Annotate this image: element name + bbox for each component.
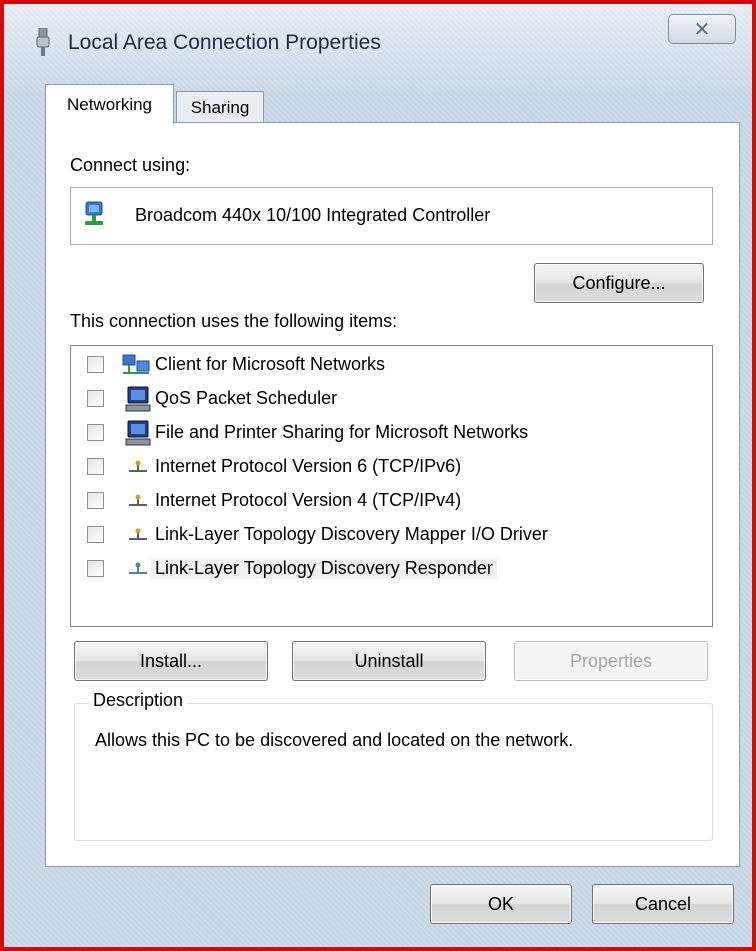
item-label: Client for Microsoft Networks <box>155 354 386 374</box>
tab-sharing[interactable]: Sharing <box>176 91 264 124</box>
item-checkbox[interactable] <box>87 560 104 577</box>
install-button[interactable]: Install... <box>74 641 268 681</box>
item-checkbox[interactable] <box>87 526 104 543</box>
item-checkbox[interactable] <box>87 492 104 509</box>
close-button[interactable]: ✕ <box>668 14 736 44</box>
window-title: Local Area Connection Properties <box>68 31 381 54</box>
item-label: Internet Protocol Version 6 (TCP/IPv6) <box>155 456 462 476</box>
configure-button[interactable]: Configure... <box>534 263 704 303</box>
close-icon: ✕ <box>693 18 711 41</box>
network-connection-icon <box>36 28 50 56</box>
computer-service-icon <box>125 420 151 446</box>
adapter-name: Broadcom 440x 10/100 Integrated Controll… <box>135 205 491 225</box>
item-label: Link-Layer Topology Discovery Responder <box>151 558 497 579</box>
list-item[interactable]: Internet Protocol Version 4 (TCP/IPv4) <box>71 484 671 518</box>
item-checkbox[interactable] <box>87 356 104 373</box>
list-item[interactable]: Client for Microsoft Networks <box>71 348 671 382</box>
list-item[interactable]: File and Printer Sharing for Microsoft N… <box>71 416 671 450</box>
list-item[interactable]: Link-Layer Topology Discovery Mapper I/O… <box>71 518 671 552</box>
uninstall-button[interactable]: Uninstall <box>292 641 486 681</box>
protocol-icon <box>129 528 147 540</box>
item-checkbox[interactable] <box>87 424 104 441</box>
list-item[interactable]: Internet Protocol Version 6 (TCP/IPv6) <box>71 450 671 484</box>
adapter-field: Broadcom 440x 10/100 Integrated Controll… <box>70 187 713 245</box>
cancel-button[interactable]: Cancel <box>592 884 734 924</box>
computer-service-icon <box>125 386 151 412</box>
description-group: Description Allows this PC to be discove… <box>74 690 713 841</box>
items-list[interactable]: Client for Microsoft Networks QoS Packet… <box>70 345 713 627</box>
list-item[interactable]: Link-Layer Topology Discovery Responder <box>71 552 671 586</box>
list-item[interactable]: QoS Packet Scheduler <box>71 382 671 416</box>
description-title: Description <box>89 690 188 711</box>
items-label: This connection uses the following items… <box>70 311 398 331</box>
protocol-icon <box>129 460 147 472</box>
network-adapter-icon <box>85 201 103 225</box>
tab-networking[interactable]: Networking <box>45 84 174 124</box>
item-checkbox[interactable] <box>87 390 104 407</box>
network-client-icon <box>122 354 150 374</box>
connect-using-label: Connect using: <box>70 155 191 175</box>
properties-window: Local Area Connection Properties ✕ Netwo… <box>0 0 756 951</box>
title-bar[interactable]: Local Area Connection Properties ✕ <box>4 4 752 82</box>
protocol-icon <box>129 494 147 506</box>
item-label: File and Printer Sharing for Microsoft N… <box>155 422 529 442</box>
networking-panel: Connect using: Broadcom 440x 10/100 Inte… <box>45 122 740 867</box>
item-label: QoS Packet Scheduler <box>155 388 338 408</box>
description-text: Allows this PC to be discovered and loca… <box>95 730 574 750</box>
item-label: Link-Layer Topology Discovery Mapper I/O… <box>155 524 548 544</box>
item-checkbox[interactable] <box>87 458 104 475</box>
ok-button[interactable]: OK <box>430 884 572 924</box>
protocol-icon <box>129 562 147 574</box>
item-label: Internet Protocol Version 4 (TCP/IPv4) <box>155 490 462 510</box>
properties-button[interactable]: Properties <box>514 641 708 681</box>
